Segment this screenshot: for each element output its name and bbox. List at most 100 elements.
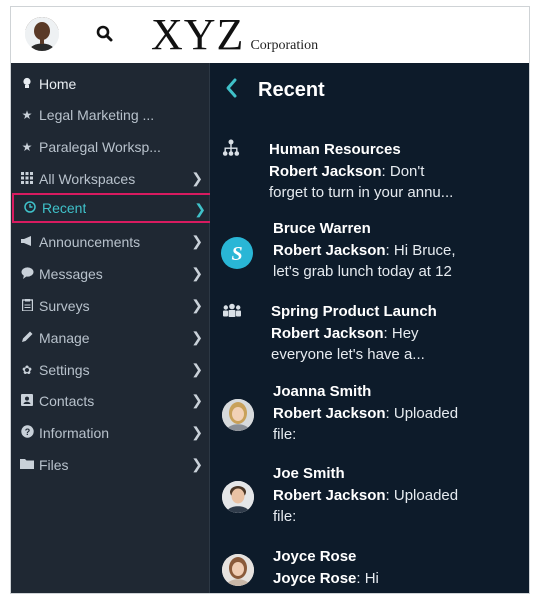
preview-text-line2: file:: [273, 426, 297, 443]
clock-icon: [22, 200, 38, 216]
chevron-right-icon: ❯: [191, 361, 203, 377]
sidebar-item-label: Announcements: [39, 234, 141, 250]
sidebar-item-announcements[interactable]: Announcements ❯: [11, 227, 209, 257]
avatar: [222, 554, 254, 586]
sidebar-item-label: Messages: [39, 266, 103, 282]
chevron-right-icon: ❯: [191, 392, 203, 408]
conversation-item-joanna-smith[interactable]: Joanna Smith Robert Jackson: Uploaded fi…: [210, 379, 529, 445]
conversation-item-bruce-warren[interactable]: S Bruce Warren Robert Jackson: Hi Bruce,…: [210, 216, 529, 282]
conversation-title: Bruce Warren: [273, 220, 371, 237]
sidebar-item-label: Surveys: [39, 298, 90, 314]
svg-text:S: S: [231, 243, 242, 265]
question-circle-icon: ?: [19, 425, 35, 441]
recent-panel: Recent Human Resources Robert Jackson: D…: [210, 63, 529, 593]
preview-text: : Uploaded: [385, 487, 459, 504]
back-chevron-icon[interactable]: [224, 77, 246, 103]
sidebar-item-files[interactable]: Files ❯: [11, 450, 209, 480]
preview-sender: Robert Jackson: [273, 242, 386, 259]
company-logo: XYZ Corporation: [151, 11, 318, 59]
sidebar-item-label: Home: [39, 76, 77, 92]
conversation-preview: Joyce Rose: Hi: [273, 568, 503, 589]
contact-card-icon: [19, 393, 35, 409]
conversation-preview: Robert Jackson: Hey everyone let's have …: [271, 323, 501, 365]
sidebar-item-manage[interactable]: Manage ❯: [11, 323, 209, 353]
preview-text-line2: file:: [273, 508, 297, 525]
chevron-right-icon: ❯: [191, 233, 203, 249]
sidebar-item-label: Information: [39, 425, 110, 441]
conversation-title: Joanna Smith: [273, 383, 372, 400]
conversation-preview: Robert Jackson: Don't forget to turn in …: [269, 161, 499, 203]
sidebar-item-recent[interactable]: Recent ❯: [12, 193, 214, 223]
sidebar-item-settings[interactable]: ✿ Settings ❯: [11, 355, 209, 385]
sidebar-item-paralegal-workspace[interactable]: ★ Paralegal Worksp...: [11, 132, 209, 162]
sidebar-item-label: Paralegal Worksp...: [39, 139, 161, 155]
sidebar-item-label: Recent: [42, 200, 87, 216]
conversation-title: Joyce Rose: [273, 548, 357, 565]
chevron-right-icon: ❯: [194, 201, 206, 217]
svg-text:?: ?: [24, 427, 30, 437]
search-icon[interactable]: [93, 22, 117, 46]
conversation-title: Human Resources: [269, 141, 401, 158]
sidebar-item-surveys[interactable]: Surveys ❯: [11, 291, 209, 321]
clipboard-icon: [19, 298, 35, 314]
preview-text: : Uploaded: [385, 405, 459, 422]
logo-main-text: XYZ: [151, 10, 245, 59]
megaphone-icon: [19, 235, 35, 250]
pencil-icon: [19, 330, 35, 346]
chevron-right-icon: ❯: [191, 297, 203, 313]
top-bar: XYZ Corporation: [11, 7, 529, 64]
star-icon: ★: [21, 140, 33, 154]
chat-bubble-icon: [19, 266, 35, 282]
preview-text-line2: forget to turn in your annu...: [269, 184, 454, 201]
preview-text: : Hi Bruce,: [385, 242, 456, 259]
sidebar-item-label: All Workspaces: [39, 171, 136, 187]
sidebar-item-information[interactable]: ? Information ❯: [11, 418, 209, 448]
sidebar-item-label: Manage: [39, 330, 90, 346]
sidebar-item-all-workspaces[interactable]: All Workspaces ❯: [11, 164, 209, 194]
chevron-right-icon: ❯: [191, 456, 203, 472]
sidebar-item-messages[interactable]: Messages ❯: [11, 259, 209, 289]
conversation-preview: Robert Jackson: Uploaded file:: [273, 485, 503, 527]
sidebar-item-label: Files: [39, 457, 69, 473]
sidebar: Home ★ Legal Marketing ... ★ Paralegal W…: [11, 63, 214, 593]
chevron-right-icon: ❯: [191, 265, 203, 281]
folder-icon: [19, 458, 35, 472]
chevron-right-icon: ❯: [191, 170, 203, 186]
sidebar-item-contacts[interactable]: Contacts ❯: [11, 386, 209, 416]
conversation-item-spring-product-launch[interactable]: Spring Product Launch Robert Jackson: He…: [210, 299, 529, 365]
app-logo-s-icon: S: [220, 236, 254, 275]
preview-sender: Robert Jackson: [273, 487, 386, 504]
grid-icon: [19, 171, 35, 187]
sidebar-item-legal-marketing[interactable]: ★ Legal Marketing ...: [11, 100, 209, 130]
user-avatar[interactable]: [25, 17, 59, 51]
preview-text: : Hey: [383, 325, 419, 342]
conversation-title: Spring Product Launch: [271, 303, 437, 320]
sidebar-item-label: Legal Marketing ...: [39, 107, 155, 123]
conversation-title: Joe Smith: [273, 465, 345, 482]
conversation-preview: Robert Jackson: Hi Bruce, let's grab lun…: [273, 240, 503, 282]
chevron-right-icon: ❯: [191, 329, 203, 345]
org-chart-icon: [221, 139, 241, 162]
group-people-icon: [222, 303, 242, 322]
star-icon: ★: [21, 108, 33, 122]
preview-sender: Joyce Rose: [273, 570, 357, 587]
sidebar-item-label: Contacts: [39, 393, 95, 409]
conversation-item-human-resources[interactable]: Human Resources Robert Jackson: Don't fo…: [210, 137, 529, 203]
chevron-right-icon: ❯: [191, 424, 203, 440]
sidebar-item-label: Settings: [39, 362, 90, 378]
sidebar-item-home[interactable]: Home: [11, 69, 209, 99]
preview-sender: Robert Jackson: [273, 405, 386, 422]
preview-sender: Robert Jackson: [269, 163, 382, 180]
conversation-item-joyce-rose[interactable]: Joyce Rose Joyce Rose: Hi: [210, 544, 529, 593]
conversation-preview: Robert Jackson: Uploaded file:: [273, 403, 503, 445]
lightbulb-icon: [19, 77, 35, 92]
preview-text-line2: let's grab lunch today at 12: [273, 263, 452, 280]
logo-sub-text: Corporation: [250, 38, 319, 53]
app-window: XYZ Corporation Home ★ Legal Marketing .…: [10, 6, 530, 594]
avatar: [222, 481, 254, 513]
gear-icon: ✿: [21, 363, 33, 377]
preview-text: : Hi: [356, 570, 379, 587]
page-title: Recent: [258, 79, 325, 101]
conversation-item-joe-smith[interactable]: Joe Smith Robert Jackson: Uploaded file:: [210, 461, 529, 527]
avatar: [222, 399, 254, 431]
